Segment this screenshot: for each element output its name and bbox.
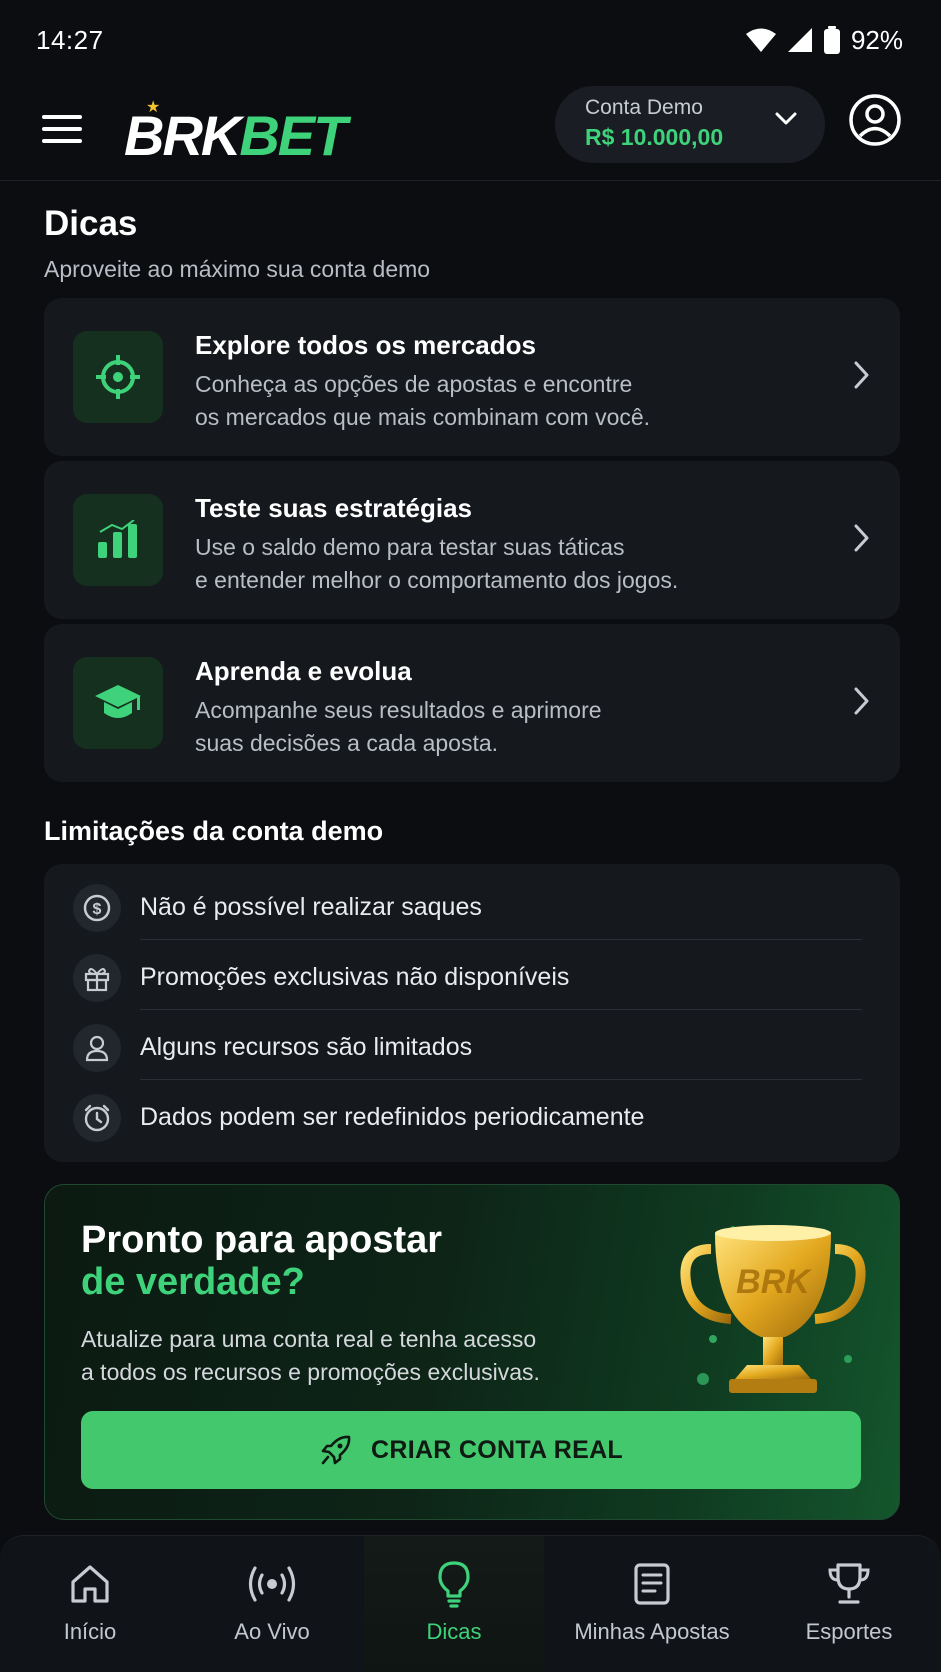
nav-label: Ao Vivo — [234, 1619, 310, 1644]
limit-icon-bg — [73, 954, 121, 1002]
create-real-account-label: CRIAR CONTA REAL — [370, 1435, 623, 1464]
tip-description: Use o saldo demo para testar suas tática… — [195, 531, 795, 597]
limit-icon-bg: $ — [73, 884, 121, 932]
limit-item: Promoções exclusivas não disponíveis — [44, 940, 900, 1010]
promo-desc-line: a todos os recursos e promoções exclusiv… — [81, 1359, 540, 1385]
timer-icon — [84, 1104, 110, 1132]
user-profile-icon — [849, 94, 901, 146]
limits-card: $ Não é possível realizar saques Promoçõ… — [44, 864, 900, 1162]
battery-icon — [823, 26, 840, 54]
chevron-down-icon — [775, 112, 797, 125]
account-selector[interactable]: Conta Demo R$ 10.000,00 — [555, 86, 825, 163]
gift-icon — [84, 968, 110, 992]
target-icon — [96, 355, 140, 399]
tip-title: Explore todos os mercados — [195, 330, 536, 360]
battery-level: 92% — [850, 24, 903, 55]
trophy-engraving: BRK — [736, 1263, 812, 1301]
limit-text: Não é possível realizar saques — [140, 893, 482, 921]
tip-desc-line: Acompanhe seus resultados e aprimore — [195, 697, 602, 723]
bar-chart-icon — [98, 520, 137, 558]
rocket-icon — [321, 1435, 351, 1465]
status-bar: 14:27 92% — [0, 0, 941, 80]
app-header: ★ BRK BET Conta Demo R$ 10.000,00 — [0, 80, 941, 181]
tip-icon-box — [73, 657, 163, 749]
nav-icon-wrap — [247, 1559, 297, 1609]
tip-description: Conheça as opções de apostas e encontre … — [195, 368, 795, 434]
tip-card-strategies[interactable]: Teste suas estratégias Use o saldo demo … — [44, 461, 900, 619]
bottom-navigation: Início Ao Vivo Dicas Minhas Apostas Espo… — [0, 1535, 941, 1672]
tip-description: Acompanhe seus resultados e aprimore sua… — [195, 694, 795, 760]
tip-desc-line: os mercados que mais combinam com você. — [195, 404, 651, 430]
tip-desc-line: suas decisões a cada aposta. — [195, 730, 499, 756]
tip-desc-line: e entender melhor o comportamento dos jo… — [195, 567, 679, 593]
status-icons: 92% — [745, 25, 903, 56]
nav-icon-wrap — [633, 1559, 671, 1609]
lightbulb-icon — [438, 1561, 470, 1608]
tips-subtitle: Aproveite ao máximo sua conta demo — [44, 256, 431, 282]
tip-title: Teste suas estratégias — [195, 493, 472, 523]
user-icon — [85, 1035, 109, 1062]
nav-label: Início — [63, 1619, 117, 1644]
promo-desc-line: Atualize para uma conta real e tenha ace… — [81, 1326, 537, 1352]
nav-icon-wrap — [436, 1559, 472, 1609]
nav-item-dicas[interactable]: Dicas — [404, 1536, 504, 1672]
tip-card-markets[interactable]: Explore todos os mercados Conheça as opç… — [44, 298, 900, 456]
nav-icon-wrap — [826, 1559, 872, 1609]
chevron-right-icon — [854, 361, 869, 389]
nav-item-esportes[interactable]: Esportes — [799, 1536, 899, 1672]
promo-card: Pronto para apostar de verdade? Atualize… — [44, 1184, 900, 1520]
promo-title-line2: de verdade? — [81, 1261, 305, 1303]
tip-desc-line: Conheça as opções de apostas e encontre — [195, 371, 633, 397]
chevron-right-icon — [854, 687, 869, 715]
profile-button[interactable] — [848, 93, 902, 147]
bet-slip-icon — [634, 1563, 670, 1605]
limit-icon-bg — [73, 1094, 121, 1142]
wifi-icon — [745, 28, 776, 52]
live-broadcast-icon — [248, 1566, 296, 1602]
nav-label: Dicas — [426, 1619, 482, 1644]
tips-title: Dicas — [44, 204, 138, 243]
tip-card-learn[interactable]: Aprenda e evolua Acompanhe seus resultad… — [44, 624, 900, 782]
menu-button[interactable] — [40, 107, 84, 151]
logo-text-brk: BRK — [124, 104, 241, 167]
signal-icon — [787, 28, 812, 52]
chevron-right-icon — [854, 524, 869, 552]
promo-title-line1: Pronto para apostar — [81, 1219, 443, 1261]
home-icon — [71, 1565, 109, 1603]
limit-text: Promoções exclusivas não disponíveis — [140, 963, 570, 991]
svg-text:$: $ — [93, 901, 102, 918]
limit-text: Dados podem ser redefinidos periodicamen… — [140, 1103, 645, 1131]
tip-icon-box — [73, 494, 163, 586]
tip-title: Aprenda e evolua — [195, 656, 412, 686]
nav-label: Esportes — [805, 1619, 893, 1644]
limit-item: $ Não é possível realizar saques — [44, 870, 900, 940]
money-icon: $ — [83, 894, 111, 922]
nav-item-ao-vivo[interactable]: Ao Vivo — [222, 1536, 322, 1672]
limit-icon-bg — [73, 1024, 121, 1072]
trophy-icon — [828, 1563, 870, 1604]
nav-icon-wrap — [68, 1559, 112, 1609]
hamburger-menu-icon — [42, 115, 82, 143]
logo-text-bet: BET — [239, 104, 347, 167]
account-balance: R$ 10.000,00 — [585, 124, 724, 150]
promo-description: Atualize para uma conta real e tenha ace… — [81, 1323, 601, 1389]
graduation-cap-icon — [95, 685, 141, 718]
brand-logo[interactable]: ★ BRK BET — [124, 94, 347, 167]
nav-item-inicio[interactable]: Início — [40, 1536, 140, 1672]
tip-icon-box — [73, 331, 163, 423]
limits-title: Limitações da conta demo — [44, 816, 384, 846]
limit-item: Dados podem ser redefinidos periodicamen… — [44, 1080, 900, 1150]
status-time: 14:27 — [36, 24, 104, 55]
trophy-illustration: BRK — [680, 1225, 866, 1393]
create-real-account-button[interactable]: CRIAR CONTA REAL — [81, 1411, 861, 1489]
star-icon: ★ — [146, 99, 160, 116]
nav-label: Minhas Apostas — [574, 1619, 730, 1644]
limit-item: Alguns recursos são limitados — [44, 1010, 900, 1080]
nav-item-minhas-apostas[interactable]: Minhas Apostas — [567, 1536, 737, 1672]
tip-desc-line: Use o saldo demo para testar suas tática… — [195, 534, 625, 560]
limit-text: Alguns recursos são limitados — [140, 1033, 473, 1061]
